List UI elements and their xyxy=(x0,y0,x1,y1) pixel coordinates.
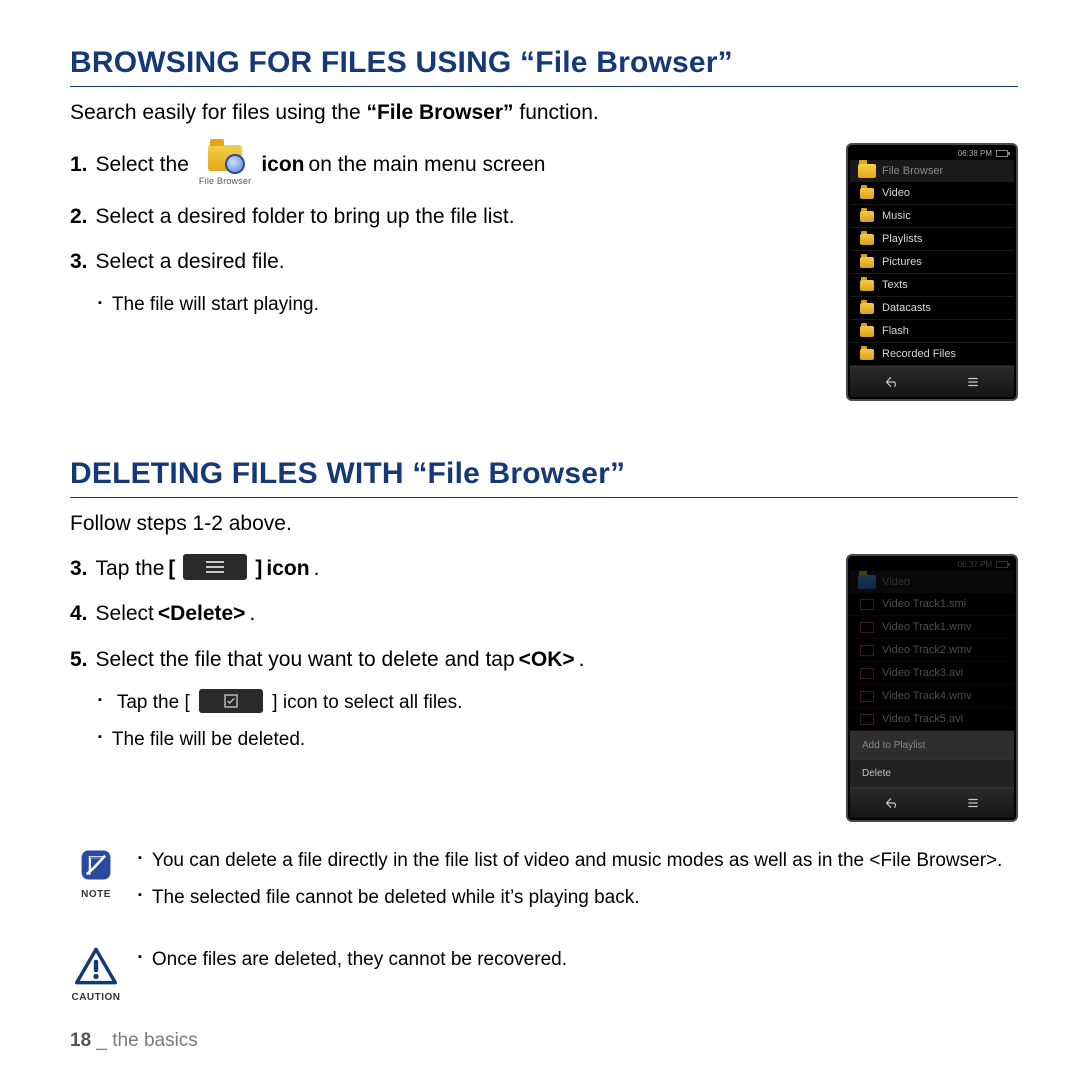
device2-time: 06:37 PM xyxy=(958,560,992,569)
list-item: Video Track3.avi xyxy=(850,662,1014,685)
note-callout: NOTE You can delete a file directly in t… xyxy=(70,848,1018,921)
device1-time: 06:38 PM xyxy=(958,149,992,158)
del-step4-pre: Select xyxy=(96,599,154,628)
del-step4-bold: <Delete> xyxy=(158,599,246,628)
intro-pre: Search easily for files using the xyxy=(70,101,366,124)
step2: 2. Select a desired folder to bring up t… xyxy=(70,202,826,231)
battery-icon xyxy=(996,150,1008,157)
menu-item-add-playlist: Add to Playlist xyxy=(850,731,1014,759)
back-icon xyxy=(883,796,899,810)
del-step3: 3. Tap the [ ] icon. xyxy=(70,554,826,583)
folder-icon xyxy=(860,188,874,199)
list-item: Pictures xyxy=(850,251,1014,274)
back-icon xyxy=(883,375,899,389)
battery-icon xyxy=(996,561,1008,568)
step1-pre: Select the xyxy=(96,150,189,179)
folder-icon xyxy=(860,257,874,268)
section2-intro: Follow steps 1-2 above. xyxy=(70,512,1018,536)
del-step3-post: icon xyxy=(266,554,309,583)
list-item: Recorded Files xyxy=(850,343,1014,366)
chapter-name: the basics xyxy=(112,1030,198,1051)
device-screenshot-2: 06:37 PM Video Video Track1.smi Video Tr… xyxy=(846,554,1018,822)
caution-icon xyxy=(75,947,117,985)
list-item: Video Track4.wmv xyxy=(850,685,1014,708)
list-item: Datacasts xyxy=(850,297,1014,320)
folder-icon xyxy=(860,234,874,245)
note-label: NOTE xyxy=(70,889,122,900)
select-all-icon xyxy=(199,689,263,713)
page-footer: 18 _ the basics xyxy=(70,1030,198,1052)
folder-icon xyxy=(860,303,874,314)
caution-label: CAUTION xyxy=(70,992,122,1003)
list-item: Texts xyxy=(850,274,1014,297)
note-bullet-1: You can delete a file directly in the fi… xyxy=(138,848,1018,875)
video-file-icon xyxy=(860,622,874,633)
list-item: Video Track5.avi xyxy=(850,708,1014,731)
video-file-icon xyxy=(860,645,874,656)
video-file-icon xyxy=(860,599,874,610)
file-browser-icon-label: File Browser xyxy=(199,175,251,188)
video-file-icon xyxy=(860,691,874,702)
note-bullet-2: The selected file cannot be deleted whil… xyxy=(138,885,1018,912)
step2-text: Select a desired folder to bring up the … xyxy=(96,202,515,231)
menu-icon xyxy=(965,375,981,389)
list-item: Flash xyxy=(850,320,1014,343)
list-item: Video Track1.wmv xyxy=(850,616,1014,639)
caution-callout: CAUTION Once files are deleted, they can… xyxy=(70,947,1018,1003)
folder-icon xyxy=(860,280,874,291)
device1-title: File Browser xyxy=(882,165,943,177)
del-step5-pre: Select the file that you want to delete … xyxy=(96,645,515,674)
menu-item-delete: Delete xyxy=(850,759,1014,787)
list-item: Music xyxy=(850,205,1014,228)
step3-sub: The file will start playing. xyxy=(98,292,826,319)
list-item: Video xyxy=(850,182,1014,205)
del-step5: 5. Select the file that you want to dele… xyxy=(70,645,826,674)
del-step5-sub1: Tap the [ ] icon to select all files. xyxy=(98,690,826,717)
step3-text: Select a desired file. xyxy=(96,247,285,276)
device-screenshot-1: 06:38 PM File Browser Video Music Playli… xyxy=(846,143,1018,401)
list-item: Video Track2.wmv xyxy=(850,639,1014,662)
list-item: Playlists xyxy=(850,228,1014,251)
menu-button-icon xyxy=(183,554,247,580)
caution-bullet-1: Once files are deleted, they cannot be r… xyxy=(138,947,1018,974)
del-step5-sub2: The file will be deleted. xyxy=(98,727,826,754)
section1-title: BROWSING FOR FILES USING “File Browser” xyxy=(70,46,1018,87)
section1-intro: Search easily for files using the “File … xyxy=(70,101,1018,125)
del-step4: 4. Select <Delete>. xyxy=(70,599,826,628)
step3: 3. Select a desired file. xyxy=(70,247,826,276)
note-icon xyxy=(79,848,113,882)
list-item: Video Track1.smi xyxy=(850,593,1014,616)
folder-icon xyxy=(860,211,874,222)
del-step5-bold: <OK> xyxy=(519,645,575,674)
folder-icon xyxy=(860,326,874,337)
footer-sep: _ xyxy=(91,1030,112,1051)
step1-bold: icon xyxy=(261,150,304,179)
video-folder-icon xyxy=(858,575,876,589)
device2-title: Video xyxy=(882,576,910,588)
section2-title: DELETING FILES WITH “File Browser” xyxy=(70,457,1018,498)
folder-icon xyxy=(860,349,874,360)
step1: 1. Select the File Browser icon on the m… xyxy=(70,143,826,186)
video-file-icon xyxy=(860,714,874,725)
page-number: 18 xyxy=(70,1030,91,1051)
intro-post: function. xyxy=(514,101,599,124)
folder-search-icon xyxy=(858,164,876,178)
step1-post: on the main menu screen xyxy=(309,150,546,179)
intro-bold: “File Browser” xyxy=(366,101,513,124)
del-step3-pre: Tap the xyxy=(96,554,165,583)
file-browser-icon: File Browser xyxy=(199,145,251,188)
menu-icon xyxy=(965,796,981,810)
video-file-icon xyxy=(860,668,874,679)
context-menu: Add to Playlist Delete xyxy=(850,731,1014,787)
